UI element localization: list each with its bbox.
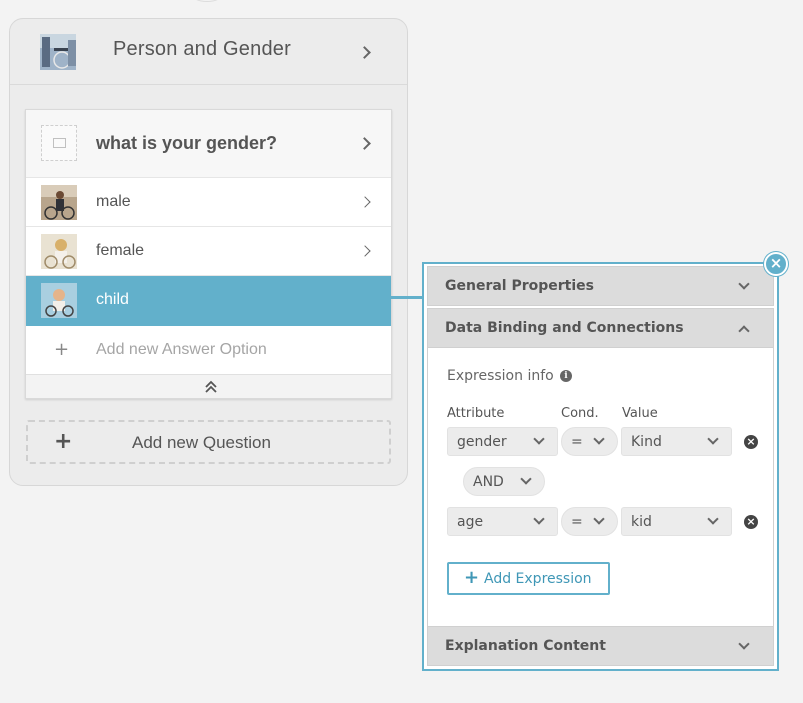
cond-select[interactable]: =: [561, 427, 618, 456]
answer-thumbnail: [41, 185, 77, 220]
add-answer-label: Add new Answer Option: [96, 341, 267, 358]
operator-select[interactable]: AND: [463, 467, 545, 496]
attribute-value: gender: [457, 434, 507, 450]
chevron-right-icon: [358, 46, 371, 59]
section-title: Data Binding and Connections: [445, 320, 684, 336]
info-icon[interactable]: i: [560, 370, 572, 382]
answer-label: female: [96, 242, 145, 259]
answer-option-child[interactable]: child: [26, 276, 391, 326]
expression-info-label: Expression info: [447, 368, 554, 384]
group-thumbnail: [40, 34, 76, 70]
group-title: Person and Gender: [113, 38, 291, 60]
add-expression-label: Add Expression: [484, 571, 592, 587]
answer-label: male: [96, 193, 131, 210]
chevron-right-icon: [358, 137, 371, 150]
answer-option-female[interactable]: female: [26, 227, 391, 276]
chevron-down-icon: [593, 433, 605, 445]
question-title: what is your gender?: [96, 133, 278, 153]
cond-value: =: [571, 434, 583, 450]
cond-column-label: Cond.: [561, 406, 599, 421]
chevron-down-icon: [707, 433, 719, 445]
remove-expression-icon[interactable]: ×: [744, 435, 758, 449]
section-data-binding[interactable]: Data Binding and Connections: [427, 308, 774, 348]
value-column-label: Value: [622, 406, 658, 421]
add-question-label: Add new Question: [132, 433, 271, 452]
add-expression-button[interactable]: + Add Expression: [447, 562, 610, 595]
chevron-down-icon: [738, 278, 750, 290]
chevron-right-icon: [359, 196, 371, 208]
attribute-column-label: Attribute: [447, 406, 505, 421]
chevron-down-icon: [707, 513, 719, 525]
double-chevron-up-icon: [205, 380, 217, 393]
collapse-bar[interactable]: [26, 374, 391, 398]
chevron-down-icon: [520, 473, 532, 485]
answer-option-male[interactable]: male: [26, 178, 391, 227]
value-value: kid: [631, 514, 652, 530]
image-placeholder-icon[interactable]: [41, 125, 77, 161]
chevron-down-icon: [738, 638, 750, 650]
value-select[interactable]: kid: [621, 507, 732, 536]
attribute-select[interactable]: age: [447, 507, 558, 536]
section-explanation-content[interactable]: Explanation Content: [427, 626, 774, 666]
section-title: Explanation Content: [445, 638, 606, 654]
attribute-select[interactable]: gender: [447, 427, 558, 456]
group-header[interactable]: Person and Gender: [10, 19, 407, 85]
question-card: what is your gender? male female child +…: [25, 109, 392, 399]
chevron-up-icon: [738, 325, 750, 337]
cond-value: =: [571, 514, 583, 530]
properties-panel: General Properties Data Binding and Conn…: [422, 262, 779, 671]
attribute-value: age: [457, 514, 484, 530]
add-question-button[interactable]: + Add new Question: [26, 420, 391, 464]
section-title: General Properties: [445, 278, 594, 294]
chevron-down-icon: [593, 513, 605, 525]
question-group-card: Person and Gender what is your gender? m…: [9, 18, 408, 486]
cond-select[interactable]: =: [561, 507, 618, 536]
answer-thumbnail: [41, 283, 77, 318]
chevron-down-icon: [533, 433, 545, 445]
operator-value: AND: [473, 474, 504, 490]
chevron-down-icon: [533, 513, 545, 525]
section-general-properties[interactable]: General Properties: [427, 266, 774, 306]
data-binding-body: Expression info i Attribute Cond. Value …: [427, 348, 774, 626]
plus-icon: +: [464, 567, 480, 588]
value-value: Kind: [631, 434, 662, 450]
close-icon[interactable]: ×: [764, 252, 788, 276]
chevron-right-icon: [359, 245, 371, 257]
plus-icon: +: [54, 429, 73, 454]
add-answer-option[interactable]: + Add new Answer Option: [26, 326, 391, 375]
value-select[interactable]: Kind: [621, 427, 732, 456]
answer-thumbnail: [41, 234, 77, 269]
top-connector-node: [190, 0, 224, 2]
plus-icon: +: [54, 339, 70, 360]
question-header[interactable]: what is your gender?: [26, 110, 391, 178]
remove-expression-icon[interactable]: ×: [744, 515, 758, 529]
answer-label: child: [96, 291, 129, 308]
connector-line: [391, 296, 423, 299]
